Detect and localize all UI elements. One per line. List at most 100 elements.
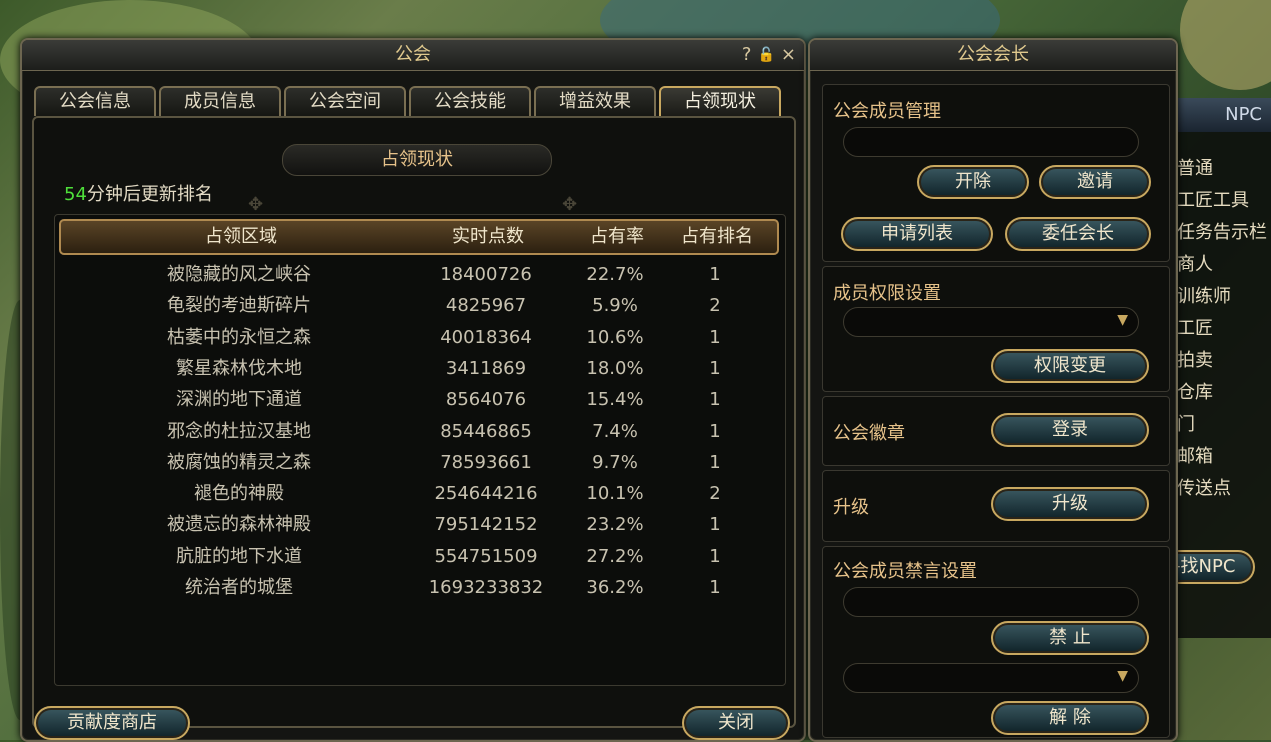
- cell-area: 邪念的杜拉汉基地: [167, 420, 311, 442]
- npc-list-item[interactable]: 邮箱: [1177, 442, 1213, 468]
- npc-panel: NPC 普通 工匠工具 任务告示栏 商人 训练师 工匠 拍卖 仓库门邮箱 传送点 寻找NPC: [1143, 98, 1271, 638]
- npc-list-item[interactable]: 工匠工具: [1177, 186, 1249, 212]
- cell-points: 795142152: [434, 514, 538, 536]
- cell-points: 554751509: [434, 545, 538, 567]
- leader-window-title: 公会会长: [957, 44, 1029, 65]
- permission-section: 成员权限设置 ▼ 权限变更: [822, 266, 1170, 392]
- npc-list-item[interactable]: 任务告示栏: [1177, 218, 1267, 244]
- member-management-section: 公会成员管理 开除 邀请 申请列表 委任会长: [822, 84, 1170, 262]
- invite-button[interactable]: 邀请: [1039, 165, 1151, 199]
- table-row: 褪色的神殿 254644216 10.1% 2: [59, 478, 779, 509]
- cell-area: 被遗忘的森林神殿: [167, 514, 311, 536]
- permission-label: 成员权限设置: [833, 283, 941, 304]
- occupation-table: 占领区域 实时点数 占有率 占有排名 被隐藏的风之峡谷 18400726 22.7%…: [54, 214, 786, 686]
- cell-area: 褪色的神殿: [194, 483, 284, 505]
- tab-guild-info[interactable]: 公会信息: [34, 86, 156, 116]
- close-icon[interactable]: ×: [781, 40, 796, 70]
- delegate-leader-button[interactable]: 委任会长: [1005, 217, 1151, 251]
- contribution-shop-button[interactable]: 贡献度商店: [34, 706, 190, 740]
- cell-rank: 2: [709, 483, 721, 505]
- cell-rate: 23.2%: [586, 514, 644, 536]
- cell-points: 254644216: [434, 483, 538, 505]
- column-header-rate: 占有率: [590, 226, 644, 247]
- cell-rank: 1: [709, 514, 721, 536]
- npc-list-item[interactable]: 商人: [1177, 250, 1213, 276]
- unmute-button[interactable]: 解 除: [991, 701, 1149, 735]
- upgrade-label: 升级: [833, 497, 869, 518]
- upgrade-button[interactable]: 升级: [991, 487, 1149, 521]
- cell-area: 被腐蚀的精灵之森: [167, 451, 311, 473]
- tab-occupation-status[interactable]: 占领现状: [659, 86, 781, 116]
- guild-tabs: 公会信息 成员信息 公会空间 公会技能 增益效果 占领现状: [34, 86, 781, 116]
- table-row: 被隐藏的风之峡谷 18400726 22.7% 1: [59, 259, 779, 290]
- leader-window-titlebar[interactable]: 公会会长: [810, 40, 1176, 71]
- register-emblem-button[interactable]: 登录: [991, 413, 1149, 447]
- npc-panel-header: NPC: [1173, 98, 1271, 132]
- column-header-rank: 占有排名: [681, 226, 753, 247]
- table-row: 被遗忘的森林神殿 795142152 23.2% 1: [59, 509, 779, 540]
- cell-rank: 1: [709, 357, 721, 379]
- close-button[interactable]: 关闭: [682, 706, 790, 740]
- cell-area: 繁星森林伐木地: [176, 357, 302, 379]
- update-minutes: 54: [64, 184, 87, 205]
- table-row: 统治者的城堡 1693233832 36.2% 1: [59, 572, 779, 603]
- cell-rate: 9.7%: [592, 451, 638, 473]
- cell-area: 枯萎中的永恒之森: [167, 326, 311, 348]
- ornament-right-icon: ✥: [562, 194, 578, 215]
- npc-list-item[interactable]: 训练师: [1177, 282, 1231, 308]
- application-list-button[interactable]: 申请列表: [841, 217, 993, 251]
- cell-points: 1693233832: [428, 577, 544, 598]
- mute-label: 公会成员禁言设置: [833, 561, 977, 582]
- table-row: 枯萎中的永恒之森 40018364 10.6% 1: [59, 322, 779, 353]
- emblem-section: 公会徽章 登录: [822, 396, 1170, 466]
- cell-rank: 1: [709, 389, 721, 411]
- tab-member-info[interactable]: 成员信息: [159, 86, 281, 116]
- cell-area: 龟裂的考迪斯碎片: [167, 295, 311, 317]
- emblem-label: 公会徽章: [833, 423, 905, 444]
- member-name-input[interactable]: [843, 127, 1139, 157]
- cell-rank: 1: [709, 264, 721, 285]
- permission-change-button[interactable]: 权限变更: [991, 349, 1149, 383]
- table-row: 深渊的地下通道 8564076 15.4% 1: [59, 384, 779, 415]
- mute-member-input[interactable]: [843, 587, 1139, 617]
- table-row: 邪念的杜拉汉基地 85446865 7.4% 1: [59, 416, 779, 447]
- table-row: 龟裂的考迪斯碎片 4825967 5.9% 2: [59, 290, 779, 321]
- cell-points: 85446865: [440, 420, 532, 442]
- cell-rate: 22.7%: [586, 264, 644, 285]
- table-row: 繁星森林伐木地 3411869 18.0% 1: [59, 353, 779, 384]
- mute-button[interactable]: 禁 止: [991, 621, 1149, 655]
- npc-list-item[interactable]: 普通: [1177, 154, 1213, 180]
- permission-dropdown[interactable]: ▼: [843, 307, 1139, 337]
- table-row: 被腐蚀的精灵之森 78593661 9.7% 1: [59, 447, 779, 478]
- npc-list-item[interactable]: 门: [1177, 410, 1195, 436]
- tab-guild-space[interactable]: 公会空间: [284, 86, 406, 116]
- help-icon[interactable]: ?: [742, 40, 752, 70]
- chevron-down-icon: ▼: [1117, 312, 1128, 328]
- lock-icon[interactable]: 🔓: [757, 40, 774, 70]
- minimap[interactable]: [1180, 0, 1271, 90]
- column-header-area: 占领区域: [205, 226, 277, 247]
- cell-rate: 10.6%: [586, 326, 644, 348]
- tab-buff-effects[interactable]: 增益效果: [534, 86, 656, 116]
- cell-rank: 1: [709, 577, 721, 598]
- guild-window-titlebar[interactable]: 公会 ? 🔓 ×: [22, 40, 804, 71]
- npc-list-item[interactable]: 工匠: [1177, 314, 1213, 340]
- table-header: 占领区域 实时点数 占有率 占有排名: [59, 219, 779, 255]
- mute-duration-dropdown[interactable]: ▼: [843, 663, 1139, 693]
- npc-list-item[interactable]: 传送点: [1177, 474, 1231, 500]
- cell-points: 40018364: [440, 326, 532, 348]
- cell-rate: 7.4%: [592, 420, 638, 442]
- table-row: 肮脏的地下水道 554751509 27.2% 1: [59, 541, 779, 572]
- cell-rate: 15.4%: [586, 389, 644, 411]
- tab-guild-skills[interactable]: 公会技能: [409, 86, 531, 116]
- npc-list-item[interactable]: 仓库: [1177, 378, 1213, 404]
- cell-points: 3411869: [445, 357, 527, 379]
- member-management-label: 公会成员管理: [833, 101, 941, 122]
- kick-button[interactable]: 开除: [917, 165, 1029, 199]
- npc-list-item[interactable]: 拍卖: [1177, 346, 1213, 372]
- cell-area: 肮脏的地下水道: [176, 545, 302, 567]
- occupation-content: ✥ ✥ 占领现状 54分钟后更新排名 占领区域 实时点数 占有率 占有排名 被隐…: [32, 116, 796, 728]
- cell-rank: 1: [709, 420, 721, 442]
- cell-rate: 36.2%: [586, 577, 644, 598]
- cell-rate: 10.1%: [586, 483, 644, 505]
